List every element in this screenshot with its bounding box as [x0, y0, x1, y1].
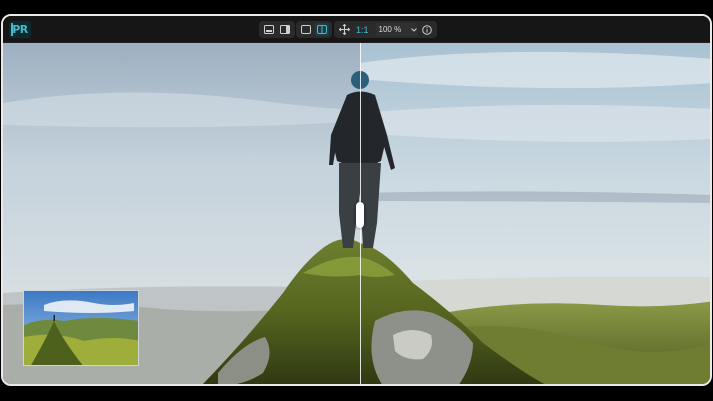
- compare-slider-handle[interactable]: [356, 202, 364, 228]
- top-toolbar: PR 1:1 100 %: [3, 16, 710, 43]
- frame-view-icon[interactable]: [299, 23, 313, 36]
- move-icon[interactable]: [337, 23, 351, 36]
- photo-editor-window: PR 1:1 100 %: [1, 14, 712, 386]
- image-canvas[interactable]: [3, 43, 710, 384]
- navigator-image: [24, 291, 138, 365]
- side-panel-icon[interactable]: [278, 23, 292, 36]
- zoom-group: 1:1 100 %: [334, 21, 423, 38]
- navigator-thumbnail[interactable]: [23, 290, 139, 366]
- single-view-icon[interactable]: [262, 23, 276, 36]
- compare-mode-group: [296, 21, 332, 38]
- zoom-ratio-button[interactable]: 1:1: [353, 25, 372, 35]
- view-layout-group: [259, 21, 295, 38]
- zoom-level-value: 100 %: [378, 25, 402, 34]
- info-icon[interactable]: [420, 23, 434, 36]
- app-logo: PR: [9, 21, 31, 38]
- chevron-down-icon: [410, 27, 417, 32]
- info-group: [417, 21, 437, 38]
- split-compare-icon[interactable]: [315, 23, 329, 36]
- zoom-level-select[interactable]: 100 %: [375, 23, 420, 36]
